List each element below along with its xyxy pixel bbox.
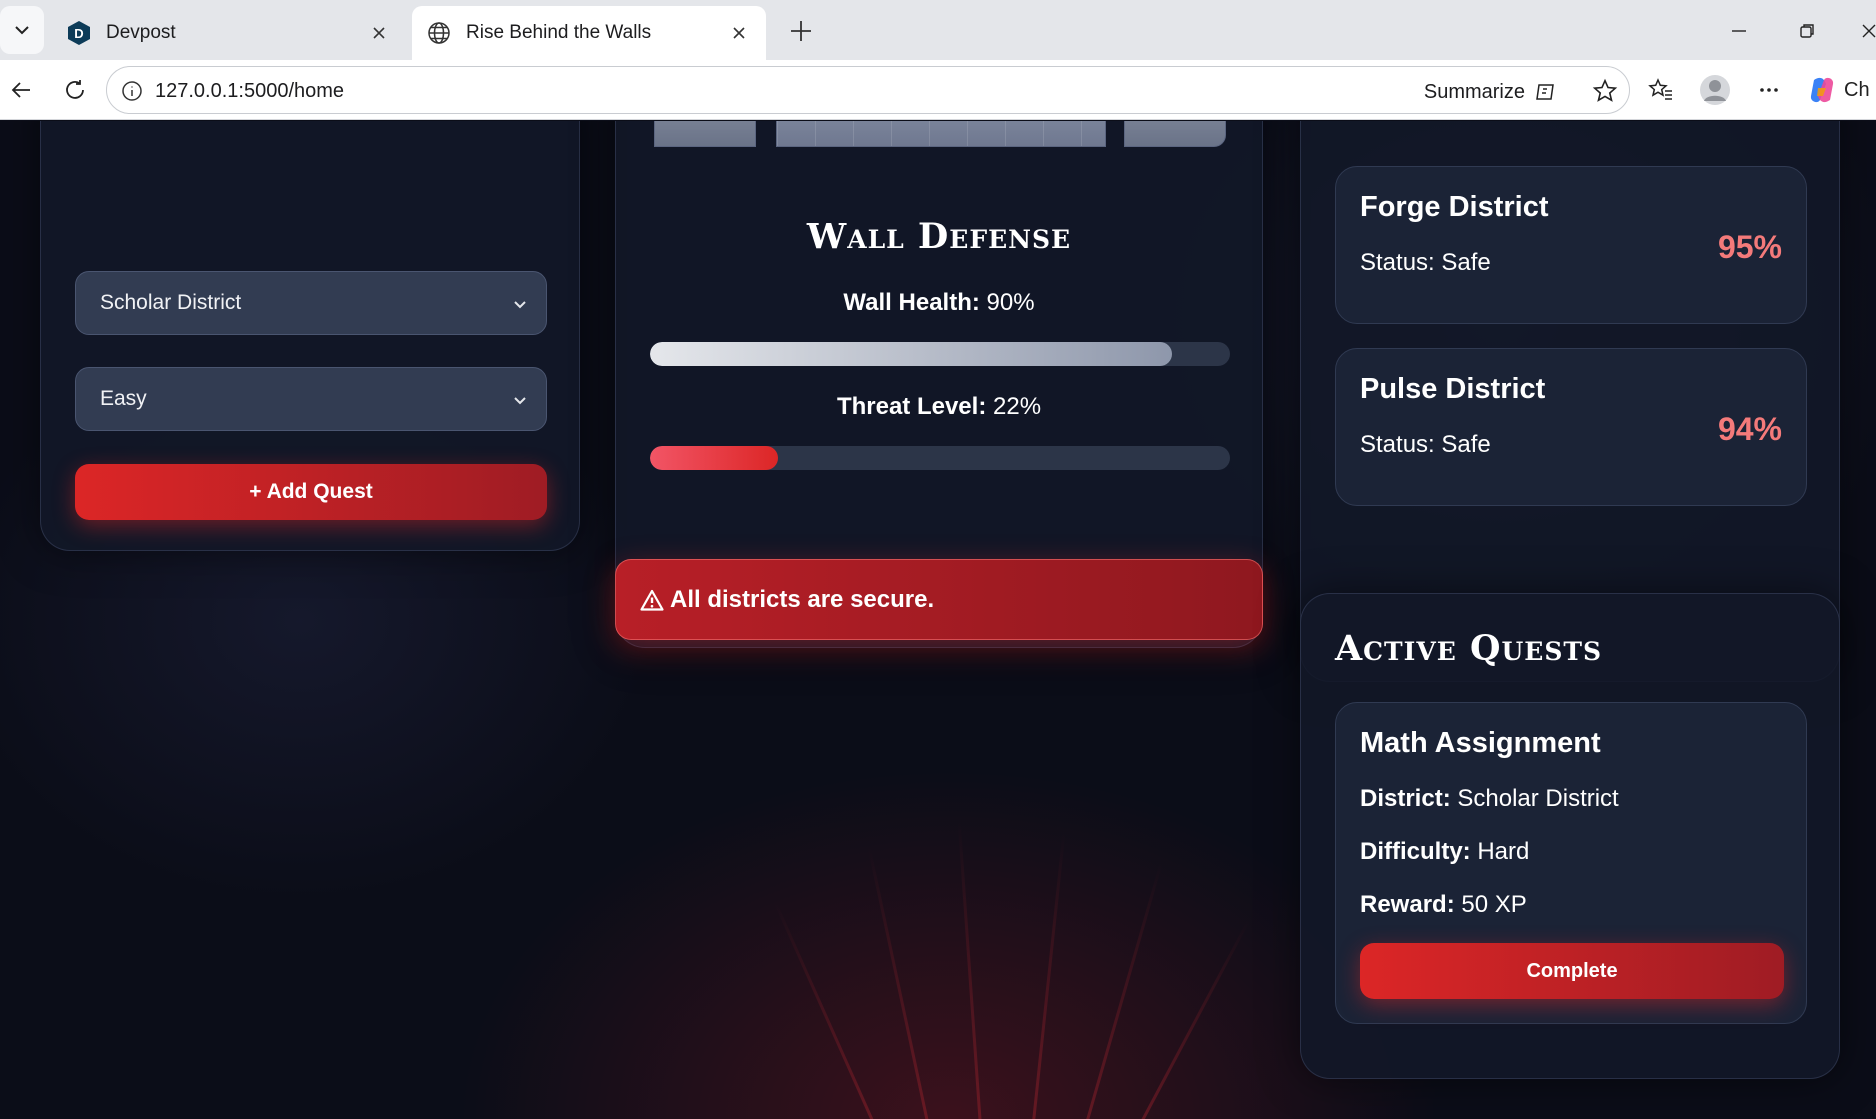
add-quest-card: Scholar District Easy + Add Quest: [40, 121, 580, 551]
more-dots-icon: [1760, 88, 1778, 92]
globe-icon: [426, 20, 452, 46]
summarize-icon: [1536, 84, 1554, 100]
chevron-down-icon: [514, 397, 526, 405]
active-quests-card: Active Quests Math Assignment District: …: [1300, 593, 1840, 1079]
new-tab-button[interactable]: [784, 14, 818, 48]
district-status: Status: Safe: [1360, 249, 1491, 276]
browser-toolbar: 127.0.0.1:5000/home Summarize Ch: [0, 60, 1876, 120]
district-name: Forge District: [1360, 191, 1549, 223]
chevron-down-icon: [15, 26, 29, 35]
page-viewport: Scholar District Easy + Add Quest Wall D…: [0, 121, 1876, 1119]
back-arrow-icon: [11, 82, 30, 98]
bg-streak: [1130, 919, 1251, 1119]
wall-health-bar: [650, 342, 1230, 366]
svg-text:D: D: [74, 26, 83, 41]
quest-reward-label: Reward:: [1360, 891, 1455, 918]
plus-icon: [791, 21, 811, 41]
bg-streak: [867, 847, 933, 1119]
threat-level-line: Threat Level: 22%: [616, 393, 1262, 421]
wall-health-label: Wall Health:: [843, 289, 980, 316]
difficulty-select[interactable]: Easy: [75, 367, 547, 431]
district-card-forge: Forge District Status: Safe 95%: [1335, 166, 1807, 324]
wall-image-center: [776, 121, 1106, 147]
close-icon[interactable]: [726, 20, 752, 46]
quest-reward-line: Reward: 50 XP: [1360, 891, 1527, 919]
restore-icon: [1800, 24, 1814, 38]
close-icon[interactable]: [366, 20, 392, 46]
district-percent: 94%: [1717, 411, 1782, 447]
threat-level-label: Threat Level:: [836, 393, 987, 420]
address-bar[interactable]: 127.0.0.1:5000/home Summarize: [106, 66, 1630, 114]
quest-district-line: District: Scholar District: [1360, 785, 1619, 813]
tab-devpost[interactable]: D Devpost: [52, 6, 406, 60]
district-select-value: Scholar District: [100, 291, 242, 314]
profile-button[interactable]: [1698, 73, 1732, 107]
back-button[interactable]: [4, 73, 38, 107]
complete-quest-button[interactable]: Complete: [1360, 943, 1784, 999]
wall-image-left: [654, 121, 756, 147]
tab-title: Devpost: [106, 22, 176, 43]
alert-banner: All districts are secure.: [615, 559, 1263, 640]
district-name: Pulse District: [1360, 373, 1546, 405]
copilot-icon: [1810, 77, 1834, 103]
devpost-favicon-icon: D: [66, 20, 92, 46]
alert-text: All districts are secure.: [670, 585, 935, 613]
wall-health-line: Wall Health: 90%: [616, 289, 1262, 317]
chevron-down-icon: [514, 301, 526, 309]
restore-button[interactable]: [1790, 14, 1824, 48]
favorite-star-icon[interactable]: [1591, 77, 1619, 105]
close-icon: [1862, 24, 1876, 38]
copilot-button[interactable]: Ch: [1806, 73, 1876, 107]
quest-reward-value: 50 XP: [1461, 891, 1527, 918]
wall-image-right: [1124, 121, 1226, 147]
active-quests-title: Active Quests: [1335, 628, 1603, 669]
browser-tab-bar: D Devpost Rise Behind the Walls: [0, 0, 1876, 60]
district-percent: 95%: [1717, 229, 1782, 265]
copilot-label: Ch: [1844, 78, 1870, 101]
tab-rise-behind-the-walls[interactable]: Rise Behind the Walls: [412, 6, 766, 60]
tab-title: Rise Behind the Walls: [466, 22, 652, 43]
district-select[interactable]: Scholar District: [75, 271, 547, 335]
minimize-icon: [1732, 30, 1746, 32]
district-status: Status: Safe: [1360, 431, 1491, 458]
reload-button[interactable]: [58, 73, 92, 107]
site-info-icon[interactable]: [119, 78, 145, 104]
threat-level-bar: [650, 446, 1230, 470]
wall-health-fill: [650, 342, 1172, 366]
bg-streak: [957, 821, 983, 1119]
quest-difficulty-label: Difficulty:: [1360, 838, 1471, 865]
quest-district-value: Scholar District: [1457, 785, 1619, 812]
avatar-icon: [1700, 75, 1730, 105]
quest-difficulty-value: Hard: [1477, 838, 1530, 865]
bg-streak: [1080, 861, 1163, 1119]
reload-icon: [66, 80, 84, 99]
warning-icon: [640, 589, 664, 611]
close-window-button[interactable]: [1852, 14, 1876, 48]
add-quest-button[interactable]: + Add Quest: [75, 464, 547, 520]
quest-name: Math Assignment: [1360, 727, 1601, 759]
district-card-pulse: Pulse District Status: Safe 94%: [1335, 348, 1807, 506]
url-text[interactable]: 127.0.0.1:5000/home: [155, 80, 344, 103]
summarize-label: Summarize: [1423, 80, 1525, 103]
bg-streak: [1030, 832, 1066, 1119]
summarize-button[interactable]: Summarize: [1424, 79, 1559, 105]
more-menu-button[interactable]: [1752, 73, 1786, 107]
quest-district-label: District:: [1360, 785, 1451, 812]
favorites-button[interactable]: [1644, 73, 1678, 107]
threat-level-value: 22%: [993, 393, 1042, 420]
wall-defense-title: Wall Defense: [806, 216, 1072, 257]
quest-difficulty-line: Difficulty: Hard: [1360, 838, 1529, 866]
bg-streak: [774, 902, 883, 1119]
threat-level-fill: [650, 446, 778, 470]
tab-list-dropdown[interactable]: [0, 6, 44, 54]
favorites-icon: [1648, 78, 1672, 100]
wall-health-value: 90%: [986, 289, 1035, 316]
quest-card: Math Assignment District: Scholar Distri…: [1335, 702, 1807, 1024]
minimize-button[interactable]: [1722, 14, 1756, 48]
difficulty-select-value: Easy: [100, 387, 147, 410]
